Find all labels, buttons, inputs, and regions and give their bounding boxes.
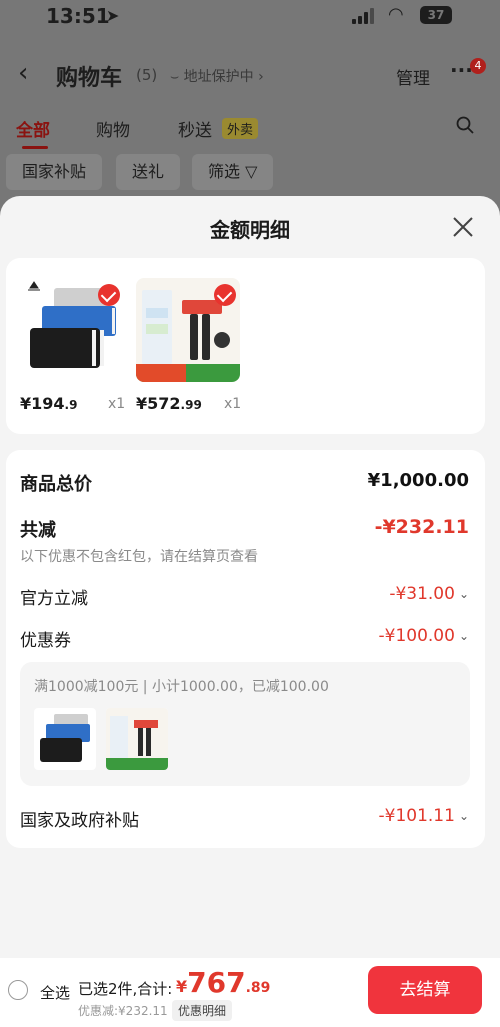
coupon-description: 满1000减100元 | 小计1000.00，已减100.00 [34,679,329,695]
notification-badge: 4 [470,58,486,74]
reduce-value: -¥232.11 [374,516,469,538]
search-icon[interactable] [456,116,474,134]
close-icon[interactable] [450,214,476,240]
product-price-dec: .99 [180,398,202,412]
subsidy-value: -¥101.11 [378,806,455,826]
tab-miaosong[interactable]: 秒送 [178,116,212,141]
product-qty: x1 [108,396,126,412]
subsidy-row[interactable]: -¥101.11 ⌄ [379,806,470,826]
filter-gift[interactable]: 送礼 [116,154,181,190]
address-protect-link[interactable]: ⌣ 地址保护中 › [170,66,264,86]
smart-lock-image [106,708,168,770]
coupon-row[interactable]: -¥100.00 ⌄ [379,626,470,646]
official-discount-label: 官方立减 [20,589,88,609]
coupon-label: 优惠券 [20,631,71,651]
manage-button[interactable]: 管理 [396,64,430,89]
underwear-image [40,714,90,762]
total-value: ¥1,000.00 [367,470,469,491]
official-discount-value: -¥31.00 [389,584,455,604]
check-icon [98,284,120,306]
chevron-down-icon: ⌄ [458,629,469,643]
total-sum: ¥767.89 [176,966,270,999]
battery-icon: 37 [420,6,452,24]
discount-detail-button[interactable]: 优惠明细 [172,1000,233,1021]
select-all-radio[interactable] [8,980,28,1000]
selected-count: 已选2件,合计: [78,980,173,998]
sum-currency: ¥ [176,977,188,996]
product-price: ¥572.99 [136,394,202,413]
cart-header: ‹ 购物车 (5) ⌣ 地址保护中 › 管理 ··· 4 [0,56,500,96]
filter-screen[interactable]: 筛选 ▽ [192,154,274,190]
sum-decimal: .89 [245,980,271,996]
takeout-badge: 外卖 [222,118,259,139]
address-protect-label: 地址保护中 [183,69,254,85]
product-thumbnail-lock[interactable] [136,278,240,382]
filter-chips: 国家补贴 送礼 筛选 ▽ [0,152,500,192]
product-price-int: ¥194 [20,394,65,413]
tab-all[interactable]: 全部 [16,116,50,149]
product-qty: x1 [224,396,242,412]
discount-text: 优惠减:¥232.11 [78,1004,168,1018]
reduce-label: 共减 [20,520,56,541]
status-time: 13:51 [46,4,110,28]
select-all-label[interactable]: 全选 [40,982,70,1003]
status-bar: 13:51 ➤ ◠ 37 [0,0,500,40]
selected-products-card: ¥194.9 x1 ¥572.99 x1 [6,258,485,434]
wifi-icon: ◠ [388,4,404,25]
price-summary-card: 商品总价 ¥1,000.00 共减 -¥232.11 以下优惠不包含红包，请在结… [6,450,485,848]
product-price-int: ¥572 [136,394,181,413]
checkout-button[interactable]: 去结算 [368,966,482,1014]
chevron-down-icon: ⌄ [458,587,469,601]
page-title: 购物车 [56,66,123,91]
product-price-dec: .9 [64,398,78,412]
cart-count: (5) [136,66,158,84]
more-icon[interactable]: ··· [450,58,473,82]
cart-tabs: 全部 购物 秒送 外卖 [0,114,500,149]
funnel-icon: ▽ [245,162,258,181]
subsidy-label: 国家及政府补贴 [20,811,139,831]
sum-integer: 767 [187,966,246,999]
filter-subsidy[interactable]: 国家补贴 [6,154,103,190]
chevron-down-icon: ⌄ [458,809,469,823]
back-icon[interactable]: ‹ [18,58,28,88]
coupon-value: -¥100.00 [378,626,455,646]
total-label: 商品总价 [20,474,92,495]
product-price: ¥194.9 [20,394,77,413]
coupon-product-underwear [34,708,96,770]
coupon-detail-box: 满1000减100元 | 小计1000.00，已减100.00 [20,662,470,786]
check-icon [214,284,236,306]
official-discount-row[interactable]: -¥31.00 ⌄ [389,584,469,604]
amount-detail-sheet: 金额明细 ¥194.9 x1 ¥572.99 x1 商品总价 ¥1,000.00… [0,196,500,1027]
location-arrow-icon: ➤ [106,6,120,25]
tab-shopping[interactable]: 购物 [96,116,130,141]
product-thumbnail-underwear[interactable] [20,278,124,382]
coupon-product-lock [106,708,168,770]
reduce-note: 以下优惠不包含红包，请在结算页查看 [20,549,258,565]
checkout-bar: 全选 已选2件,合计: ¥767.89 优惠减:¥232.11 优惠明细 去结算 [0,958,500,1027]
sheet-title: 金额明细 [210,218,290,242]
cellular-signal-icon [352,8,378,24]
filter-screen-label: 筛选 [208,162,241,181]
